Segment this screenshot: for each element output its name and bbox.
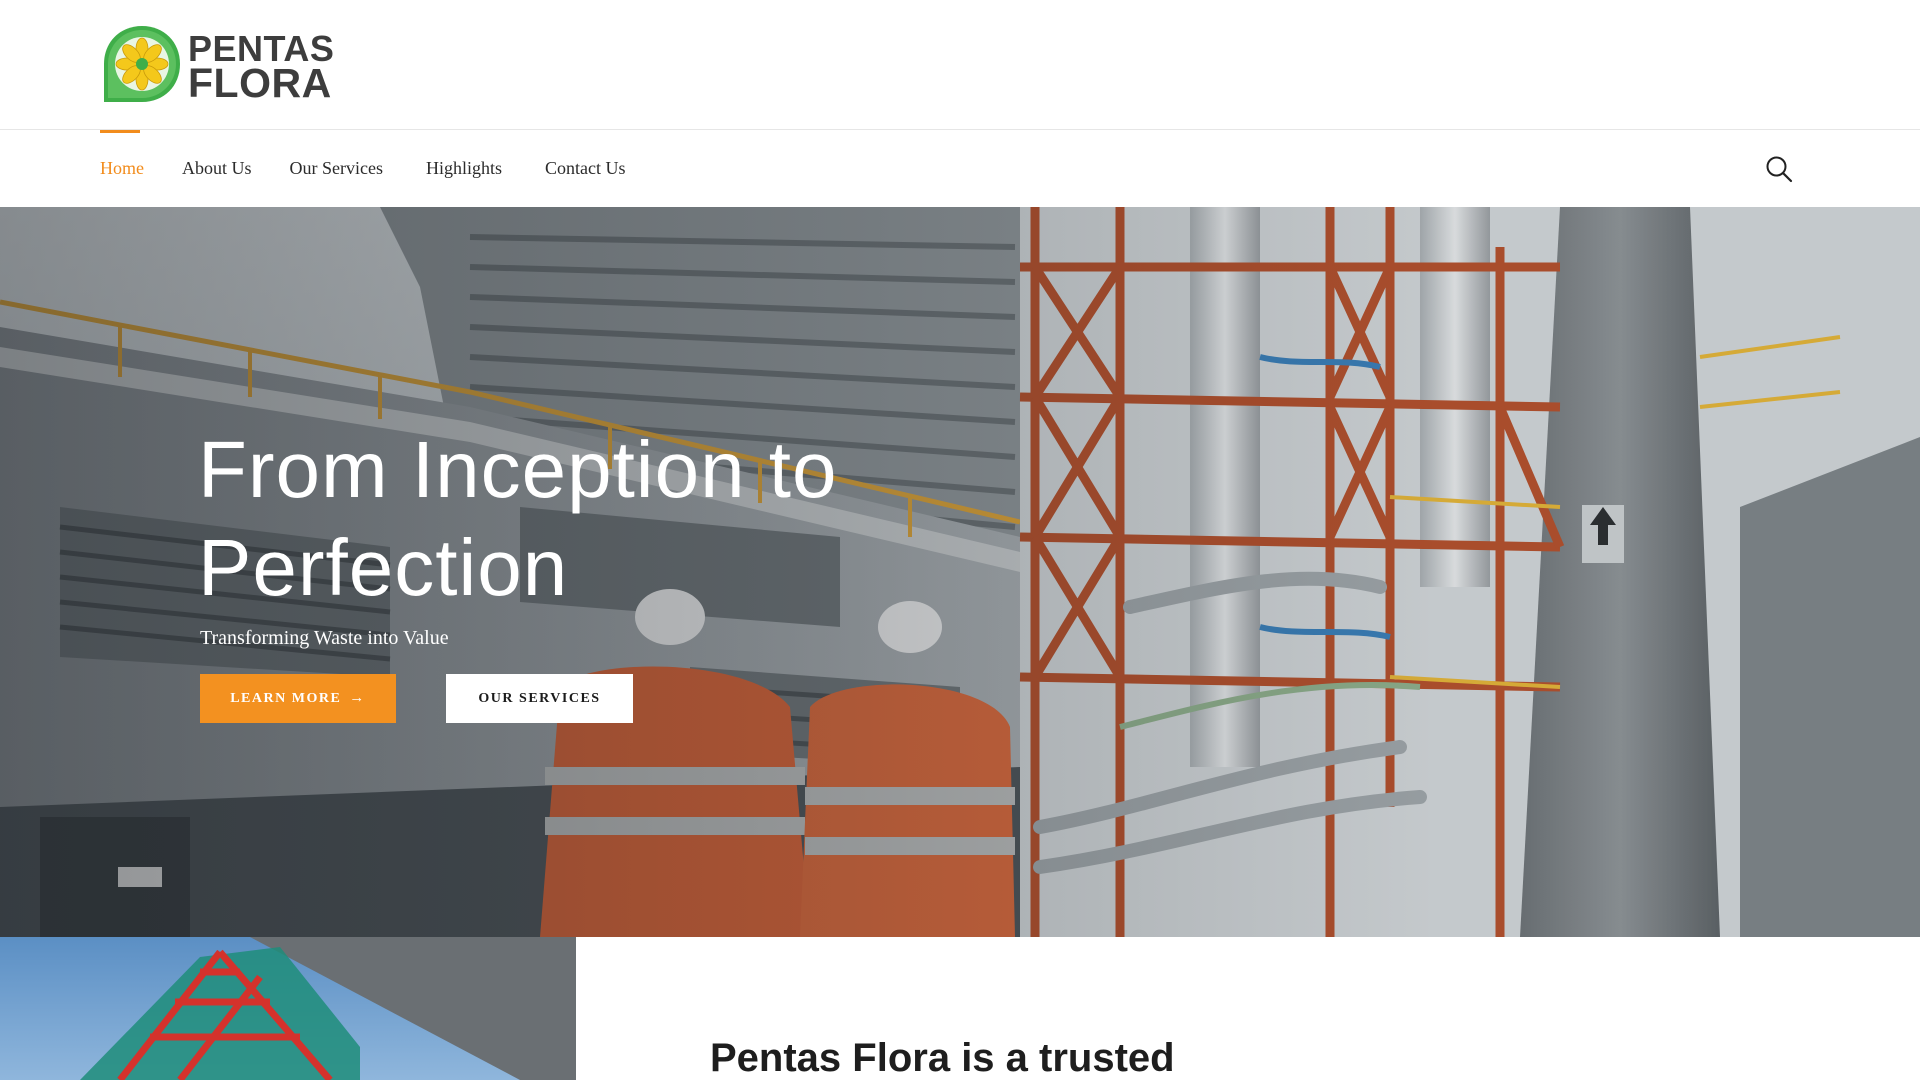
- hero-title: From Inception to Perfection: [198, 425, 838, 612]
- about-plant-image: [0, 937, 576, 1080]
- nav-item-label: Our Services: [289, 158, 383, 178]
- learn-more-label: LEARN MORE: [230, 690, 342, 706]
- nav-item-label: About Us: [182, 158, 252, 178]
- our-services-label: OUR SERVICES: [478, 690, 601, 706]
- brand-wordmark: PENTAS FLORA: [188, 30, 334, 107]
- steel-structure-photo: [0, 937, 576, 1080]
- main-nav: Home About Us Our Services Highlights Co…: [100, 130, 664, 207]
- nav-item-highlights[interactable]: Highlights: [426, 130, 507, 207]
- nav-item-about-us[interactable]: About Us: [182, 130, 252, 207]
- hero-subtitle: Transforming Waste into Value: [200, 627, 449, 649]
- nav-item-contact-us[interactable]: Contact Us: [545, 130, 626, 207]
- brand-logo[interactable]: PENTAS FLORA: [100, 22, 345, 108]
- main-navigation-bar: Home About Us Our Services Highlights Co…: [0, 130, 1920, 207]
- nav-item-our-services[interactable]: Our Services: [290, 130, 388, 207]
- hero-banner: From Inception to Perfection Transformin…: [0, 207, 1920, 937]
- nav-item-home[interactable]: Home: [100, 130, 144, 207]
- search-icon: [1766, 156, 1793, 183]
- site-header: PENTAS FLORA: [0, 0, 1920, 130]
- nav-item-label: Highlights: [426, 158, 503, 178]
- arrow-right-icon: →: [349, 690, 366, 706]
- about-heading: Pentas Flora is a trusted: [710, 1036, 1175, 1080]
- our-services-button[interactable]: OUR SERVICES: [446, 674, 633, 723]
- learn-more-button[interactable]: LEARN MORE →: [200, 674, 396, 723]
- brand-name-line2: FLORA: [188, 60, 332, 107]
- nav-item-label: Contact Us: [545, 158, 626, 178]
- search-button[interactable]: [1764, 154, 1794, 184]
- nav-item-label: Home: [100, 158, 144, 178]
- flower-logo-icon: [104, 26, 180, 102]
